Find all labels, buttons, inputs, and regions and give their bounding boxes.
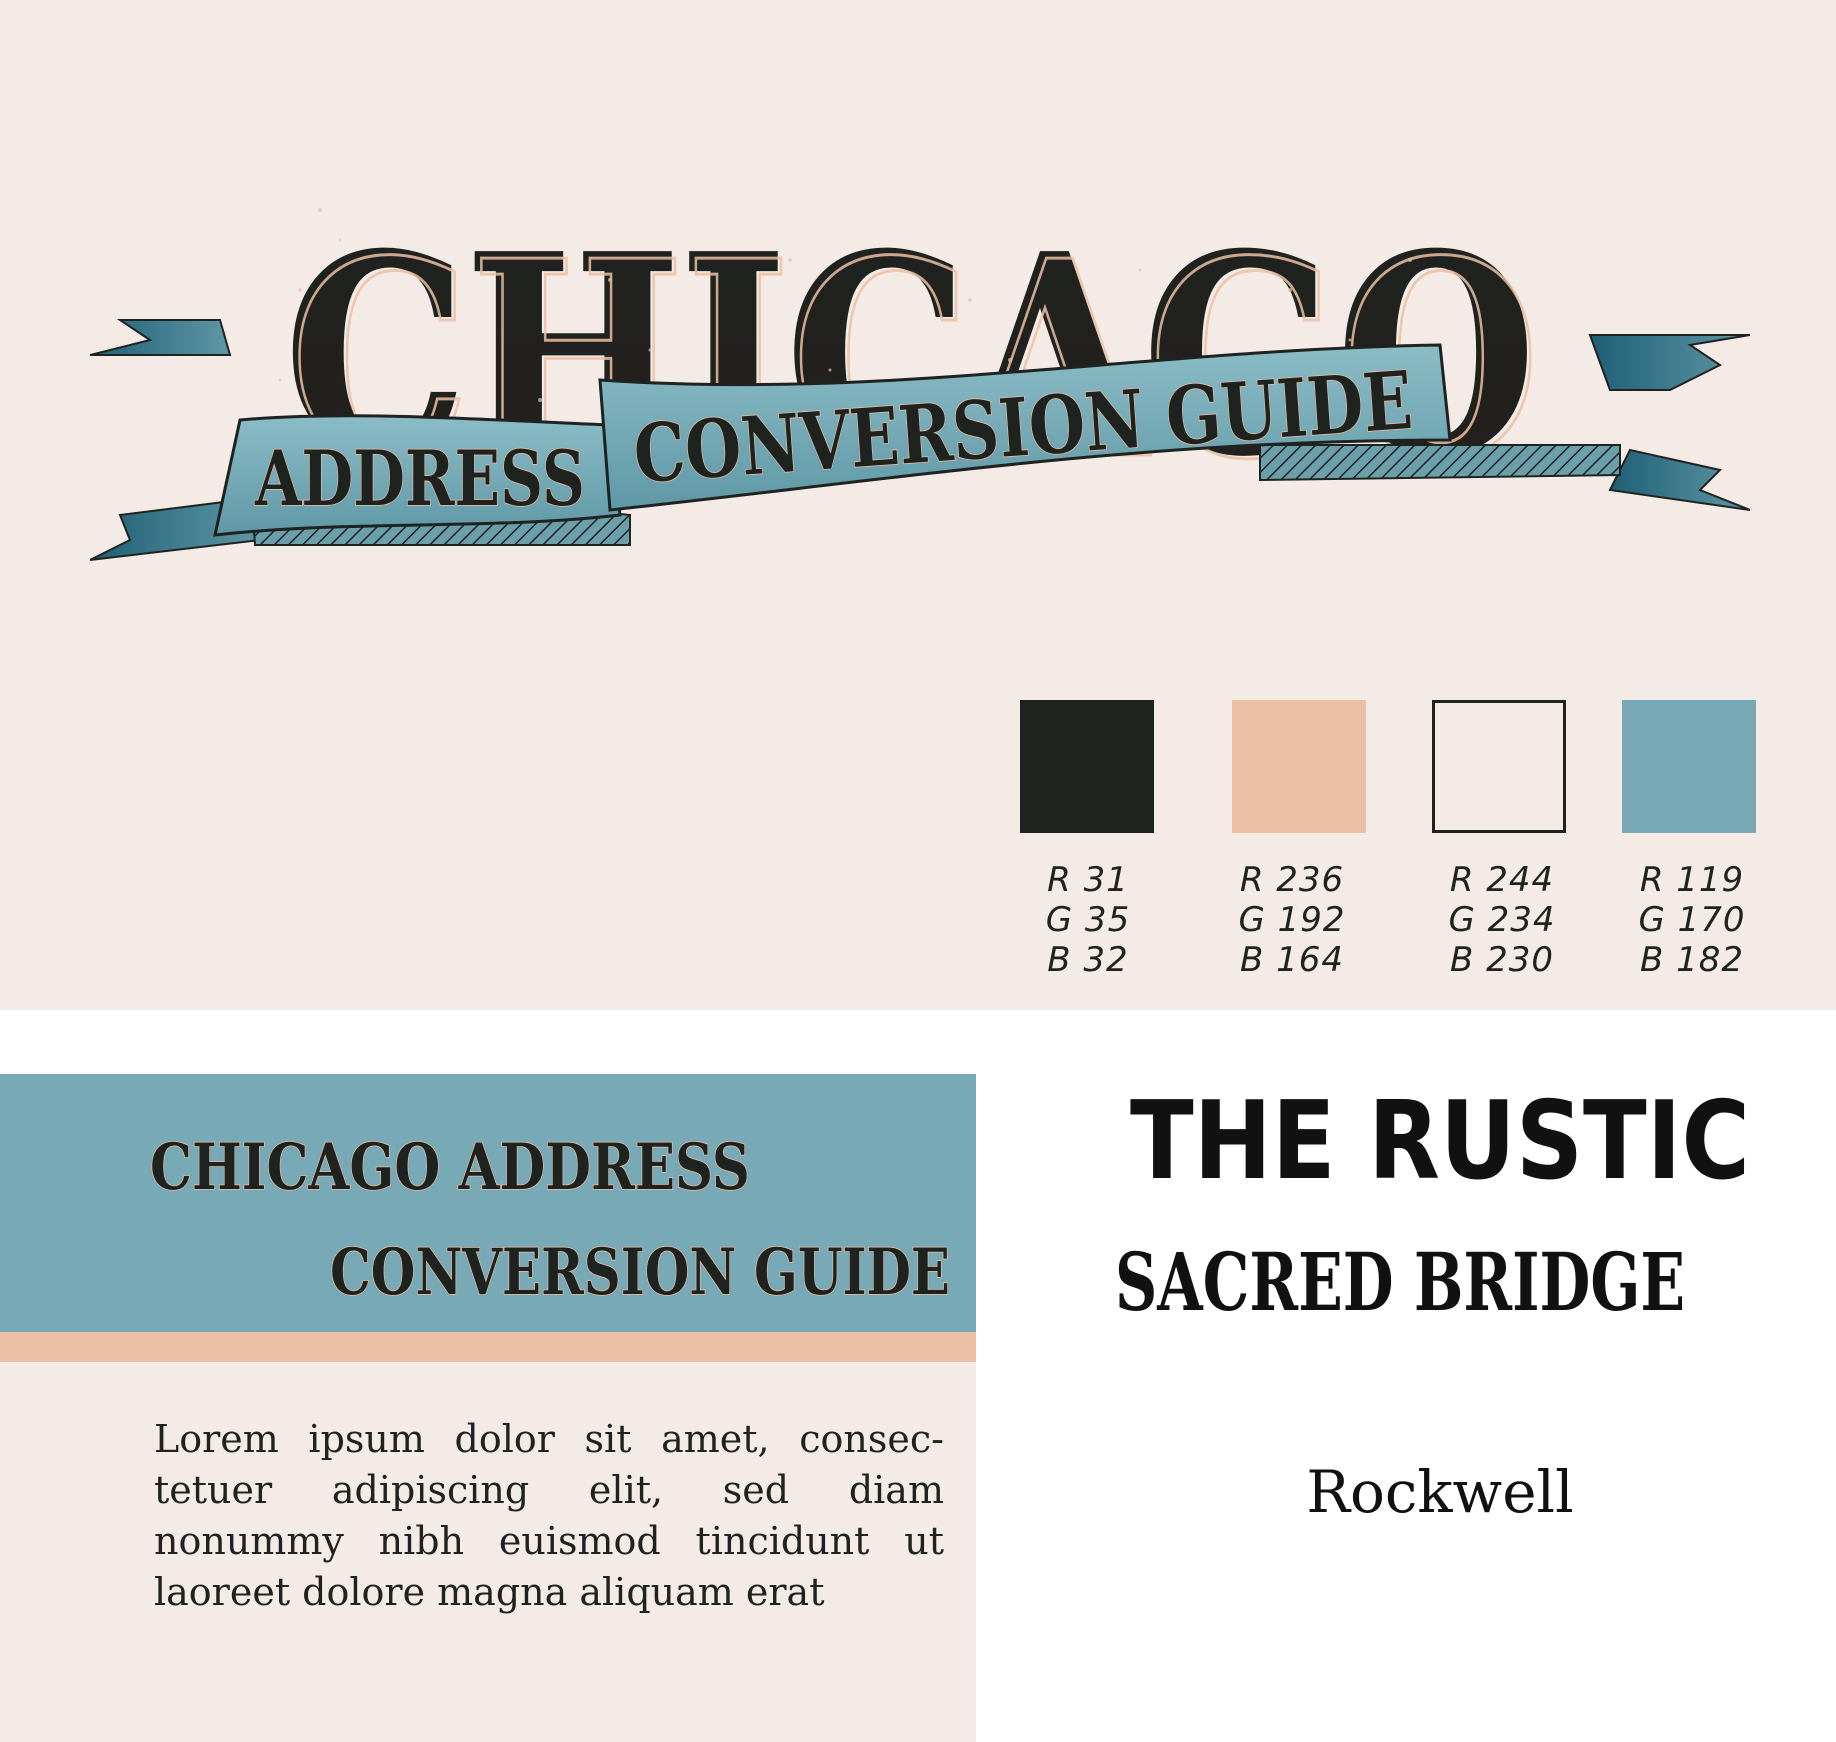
swatch-values-teal: R 119 G 170 B 182 xyxy=(1638,860,1746,980)
swatch-values-peach: R 236 G 192 B 164 xyxy=(1238,860,1346,980)
brand-board-top-panel: CHICAGO CHICAGO ADDRESS CONVERSION GUIDE xyxy=(0,0,1836,1010)
color-swatch-teal xyxy=(1622,700,1756,833)
color-swatch-charcoal xyxy=(1020,700,1154,833)
swatch-values-charcoal: R 31 G 35 B 32 xyxy=(1045,860,1131,980)
sample-card-title: CHICAGO ADDRESS CONVERSION GUIDE xyxy=(149,1129,951,1311)
logo-banner-left: ADDRESS xyxy=(254,434,585,523)
font-sample-primary: THE RUSTIC xyxy=(1130,1079,1750,1200)
sample-card-stripe xyxy=(0,1332,976,1362)
font-sample-secondary-text: SACRED BRIDGE xyxy=(1115,1235,1685,1329)
color-swatch-cream xyxy=(1432,700,1566,833)
font-sample-body: Rockwell xyxy=(1306,1458,1574,1526)
sample-card-title-line1: CHICAGO ADDRESS xyxy=(150,1130,750,1205)
chicago-logo: CHICAGO CHICAGO ADDRESS CONVERSION GUIDE xyxy=(90,194,1750,561)
sample-card-title-line2: CONVERSION GUIDE xyxy=(330,1235,950,1310)
swatch-values-cream: R 244 G 234 B 230 xyxy=(1448,860,1556,980)
color-swatch-peach xyxy=(1232,700,1366,833)
sample-card: CHICAGO ADDRESS CONVERSION GUIDE Lorem i… xyxy=(0,1074,976,1742)
sample-card-body-text: Lorem ipsum dolor sit amet, consec-tetue… xyxy=(154,1417,944,1614)
font-sample-secondary: SACRED BRIDGE xyxy=(1115,1235,1685,1329)
font-sample-primary-text: THE RUSTIC xyxy=(1130,1079,1750,1200)
